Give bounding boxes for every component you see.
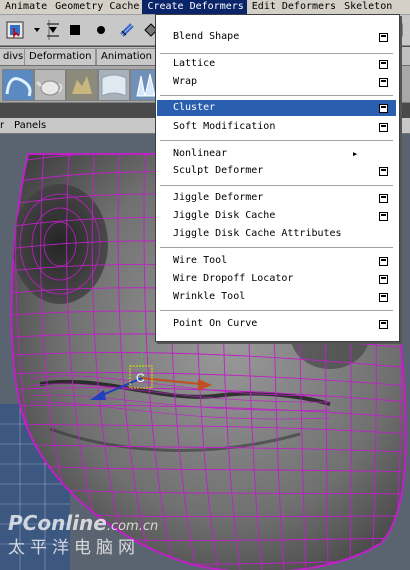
menu-create-deformers[interactable]: Create Deformers [142,0,247,14]
menu-divider [160,140,393,141]
menu-item-jiggle-disk-cache[interactable]: Jiggle Disk Cache [157,208,396,224]
tab-deformation[interactable]: Deformation [24,48,97,65]
menu-geometry-cache[interactable]: Geometry Cache [50,0,142,14]
option-box-icon[interactable] [379,257,388,266]
option-box-icon[interactable] [379,212,388,221]
menu-item-blend-shape[interactable]: Blend Shape [157,29,396,45]
menu-skeleton[interactable]: Skeleton [339,0,395,14]
select-curves-icon[interactable] [116,19,138,41]
submenu-arrow-icon: ▶ [353,150,358,158]
watermark: PConline.com.cn 太平洋电脑网 [8,512,158,558]
menu-item-soft-modification[interactable]: Soft Modification [157,119,396,135]
panel-menu-stub[interactable]: r [0,118,4,133]
menu-item-sculpt-deformer[interactable]: Sculpt Deformer [157,163,396,179]
option-box-icon[interactable] [379,167,388,176]
menu-item-wrap[interactable]: Wrap [157,74,396,90]
menu-divider [160,247,393,248]
tab-animation[interactable]: Animation [96,48,157,65]
create-deformers-dropdown: Blend Shape Lattice Wrap Cluster Soft Mo… [155,14,400,342]
menu-item-cluster[interactable]: Cluster [157,100,396,116]
teapot-shelf-icon[interactable] [34,69,66,101]
menu-item-wire-dropoff-locator[interactable]: Wire Dropoff Locator [157,271,396,287]
menu-item-nonlinear[interactable]: Nonlinear ▶ [157,146,396,162]
watermark-cn-text: 太平洋电脑网 [8,538,140,558]
option-box-icon[interactable] [379,194,388,203]
cloth-shelf-icon[interactable] [98,69,130,101]
menu-item-lattice[interactable]: Lattice [157,56,396,72]
component-mode-icon[interactable] [90,19,112,41]
select-tool-icon[interactable] [4,19,26,41]
option-box-icon[interactable] [379,60,388,69]
option-box-icon[interactable] [379,104,388,113]
curve-shelf-icon[interactable] [2,69,34,101]
option-box-icon[interactable] [379,320,388,329]
object-mode-icon[interactable] [64,19,86,41]
menu-edit-deformers[interactable]: Edit Deformers [247,0,339,14]
menu-divider [160,185,393,186]
menu-animate[interactable]: Animate [0,0,50,14]
option-box-icon[interactable] [379,293,388,302]
option-box-icon[interactable] [379,33,388,42]
option-box-icon[interactable] [379,78,388,87]
menu-divider [160,310,393,311]
option-box-icon[interactable] [379,275,388,284]
menu-divider [160,95,393,96]
panels-menu[interactable]: Panels [14,118,46,133]
watermark-brand: PConline [8,511,107,535]
menu-item-jiggle-deformer[interactable]: Jiggle Deformer [157,190,396,206]
menu-item-wire-tool[interactable]: Wire Tool [157,253,396,269]
hierarchy-icon[interactable] [42,19,64,41]
creature-shelf-icon[interactable] [66,69,98,101]
menu-item-wrinkle-tool[interactable]: Wrinkle Tool [157,289,396,305]
menu-divider [160,53,393,54]
option-box-icon[interactable] [379,123,388,132]
menu-bar: Animate Geometry Cache Create Deformers … [0,0,410,15]
menu-item-point-on-curve[interactable]: Point On Curve [157,316,396,332]
cluster-handle-label: C [136,371,145,385]
watermark-domain: .com.cn [106,519,159,534]
menu-item-jiggle-disk-cache-attributes[interactable]: Jiggle Disk Cache Attributes [157,226,396,242]
